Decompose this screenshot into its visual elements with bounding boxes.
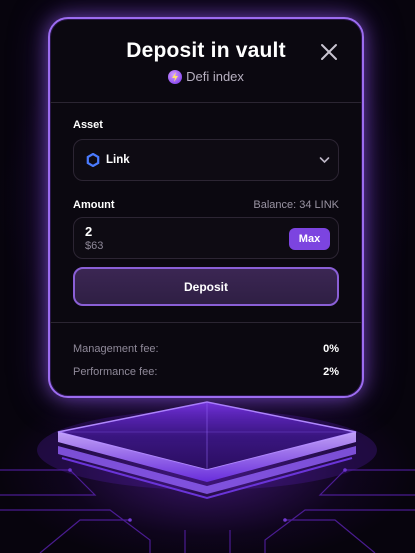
asset-selected-value: Link xyxy=(106,154,130,166)
asset-select[interactable]: Link xyxy=(73,139,339,181)
dialog-title: Deposit in vault xyxy=(126,39,286,62)
balance-text: Balance: 34 LINK xyxy=(253,199,339,211)
amount-value: 2 xyxy=(85,224,93,239)
performance-fee-row: Performance fee: 2% xyxy=(73,366,339,378)
chevron-down-icon xyxy=(319,157,330,164)
amount-input[interactable]: 2 $63 Max xyxy=(73,217,339,259)
vault-name: Defi index xyxy=(186,69,244,84)
dialog-body: Asset Link Amount Balance: 34 LINK 2 $63… xyxy=(73,119,339,306)
divider xyxy=(50,322,362,323)
close-icon xyxy=(321,44,337,60)
max-button[interactable]: Max xyxy=(289,228,330,250)
vault-subtitle: Defi index xyxy=(50,69,362,84)
amount-usd-value: $63 xyxy=(85,240,104,252)
management-fee-row: Management fee: 0% xyxy=(73,343,339,355)
close-button[interactable] xyxy=(320,43,338,61)
performance-fee-value: 2% xyxy=(323,366,339,378)
dialog-header: Deposit in vault Defi index xyxy=(50,19,362,103)
amount-header: Amount Balance: 34 LINK xyxy=(73,199,339,211)
scene: Deposit in vault Defi index Asset Link A… xyxy=(0,0,415,553)
lightning-bolt-icon xyxy=(168,69,183,84)
management-fee-label: Management fee: xyxy=(73,343,159,355)
management-fee-value: 0% xyxy=(323,343,339,355)
asset-label: Asset xyxy=(73,119,103,131)
performance-fee-label: Performance fee: xyxy=(73,366,158,378)
deposit-dialog: Deposit in vault Defi index Asset Link A… xyxy=(48,17,364,398)
chainlink-hexagon-icon xyxy=(86,153,100,167)
deposit-button[interactable]: Deposit xyxy=(73,267,339,306)
amount-label: Amount xyxy=(73,199,115,211)
